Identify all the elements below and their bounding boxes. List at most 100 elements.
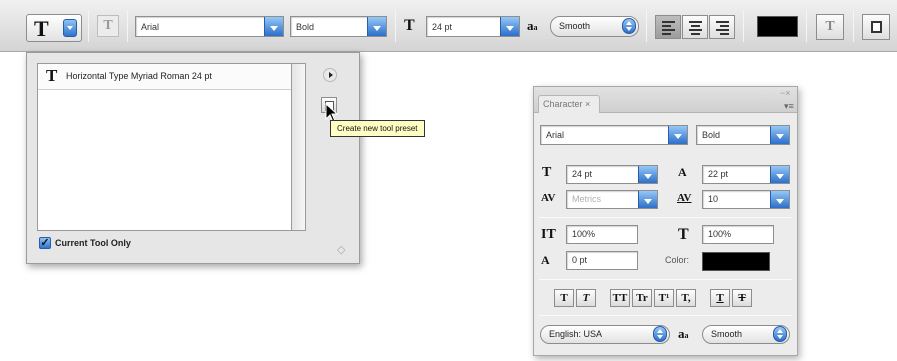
stepper-icon [622,18,636,34]
divider [743,10,744,42]
leading-value: 22 pt [708,169,729,179]
divider [806,10,807,42]
font-size-select[interactable]: 24 pt [566,165,658,184]
antialias-value: Smooth [559,21,591,31]
antialias-icon: aa [527,18,538,33]
chevron-down-icon [264,17,283,36]
antialias-select[interactable]: Smooth [550,16,639,37]
font-size-icon: T [542,165,552,180]
preset-list: T Horizontal Type Myriad Roman 24 pt [37,63,292,231]
preset-label: Horizontal Type Myriad Roman 24 pt [66,71,212,81]
warp-text-icon: T [825,19,835,34]
tracking-value: 10 [708,194,719,204]
color-label: Color: [665,255,690,265]
kerning-select[interactable]: Metrics [566,190,658,209]
baseline-shift-icon: A [541,253,550,267]
faux-italic-button[interactable]: T [576,289,596,307]
strikethrough-button[interactable]: T [732,289,752,307]
divider [539,315,792,316]
tab-character[interactable]: Character × [538,95,600,113]
kerning-icon: AV [541,192,556,204]
chevron-down-icon [638,166,657,183]
panels-icon [871,21,882,33]
all-caps-button[interactable]: TT [610,289,630,307]
panel-menu-button[interactable] [323,68,337,82]
align-right-icon [716,21,729,37]
character-panel: Character × −× ▾≡ Arial Bold T 24 pt A 2… [533,86,798,356]
align-left-button[interactable] [655,15,681,39]
options-bar: T T Arial Bold T 24 pt aa Smooth T [0,0,897,52]
chevron-down-icon [63,19,77,37]
font-size-icon: T [404,17,415,34]
divider [88,10,89,42]
font-size-value: 24 pt [432,22,453,32]
leading-icon: A [678,165,687,179]
small-caps-button[interactable]: Tr [632,289,652,307]
horizontal-scale-field[interactable]: 100% [702,225,774,244]
superscript-button[interactable]: T¹ [654,289,674,307]
tracking-icon: AV [677,192,692,204]
chevron-down-icon [770,166,789,183]
chevron-down-icon [500,17,519,36]
horizontal-scale-value: 100% [708,229,732,239]
stepper-icon [653,326,667,342]
font-family-value: Arial [141,22,160,32]
font-style-select[interactable]: Bold [290,16,387,37]
align-right-button[interactable] [709,15,735,39]
resize-grip-icon[interactable]: ◇ [337,243,345,256]
kerning-value: Metrics [572,194,601,204]
divider [127,10,128,42]
antialias-value: Smooth [711,329,743,339]
horizontal-scale-icon: T [678,226,689,243]
font-size-select[interactable]: 24 pt [426,16,520,37]
chevron-down-icon [770,126,789,144]
list-item[interactable]: T Horizontal Type Myriad Roman 24 pt [38,64,291,90]
chevron-down-icon [668,126,687,144]
divider [395,10,396,42]
antialias-select[interactable]: Smooth [702,325,790,344]
type-tool-icon: T [46,66,58,85]
text-color-swatch[interactable] [757,16,798,37]
chevron-down-icon [770,191,789,208]
text-orientation-toggle[interactable]: T [97,15,119,37]
toggle-panels-button[interactable] [862,14,890,40]
language-value: English: USA [549,329,603,339]
current-tool-only-label: Current Tool Only [55,238,131,248]
tooltip: Create new tool preset [330,120,425,137]
subscript-button[interactable]: T, [676,289,696,307]
font-family-select[interactable]: Arial [540,125,688,145]
divider [539,217,792,218]
checkbox-icon: ✓ [39,237,51,249]
faux-bold-button[interactable]: T [554,289,574,307]
warp-text-button[interactable]: T [816,14,844,40]
baseline-shift-field[interactable]: 0 pt [566,251,638,270]
tool-preset-picker[interactable]: T [26,14,82,42]
font-style-select[interactable]: Bold [696,125,790,145]
leading-select[interactable]: 22 pt [702,165,790,184]
divider [539,279,792,280]
vertical-scale-value: 100% [572,229,596,239]
panel-tab-bar: Character × −× ▾≡ [534,87,797,113]
vertical-scale-field[interactable]: 100% [566,225,638,244]
underline-button[interactable]: T [710,289,730,307]
align-left-icon [662,21,675,37]
tool-preset-panel: T Horizontal Type Myriad Roman 24 pt ✓ C… [26,52,360,264]
font-family-select[interactable]: Arial [135,16,284,37]
vertical-scale-icon: IT [541,227,556,242]
tracking-select[interactable]: 10 [702,190,790,209]
text-orientation-icon: T [103,18,113,33]
font-style-value: Bold [296,22,315,32]
chevron-down-icon [367,17,386,36]
text-color-swatch[interactable] [702,252,770,271]
panel-menu-icon[interactable]: ▾≡ [784,101,794,112]
type-tool-icon: T [34,16,49,41]
language-select[interactable]: English: USA [540,325,670,344]
align-center-button[interactable] [682,15,708,39]
font-family-value: Arial [546,130,565,140]
divider [646,10,647,42]
font-size-value: 24 pt [572,169,593,179]
scrollbar[interactable] [292,63,306,231]
collapse-close-icon[interactable]: −× [780,89,791,98]
antialias-icon: aa [678,326,689,341]
stepper-icon [773,326,787,342]
